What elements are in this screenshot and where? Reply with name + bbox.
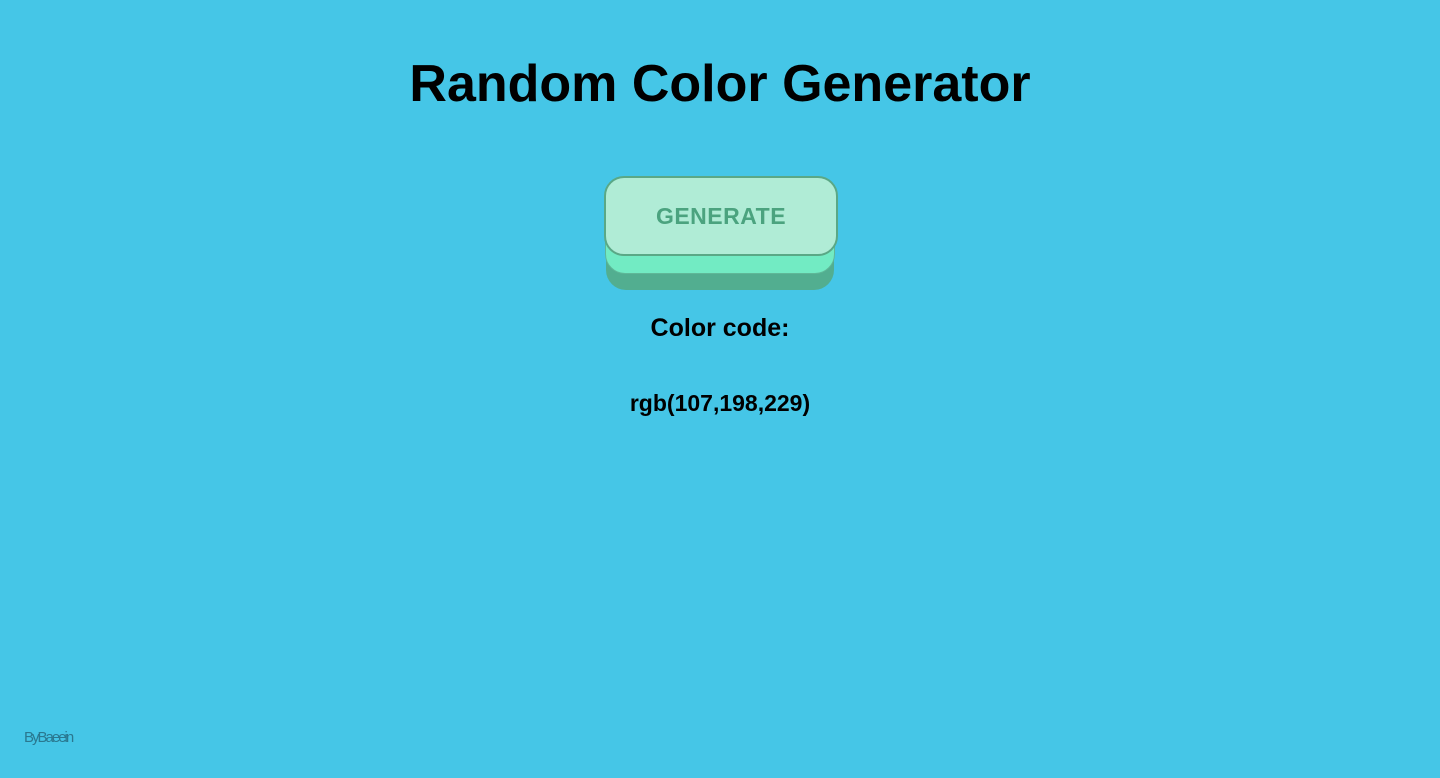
color-code-value: rgb(107,198,229)	[629, 390, 811, 416]
generate-button[interactable]: GENERATE	[604, 176, 838, 256]
author-credit: ByBaeein	[24, 729, 74, 746]
color-code-label: Color code:	[650, 314, 790, 342]
generate-button-container: GENERATE	[604, 176, 838, 292]
page-title: Random Color Generator	[409, 55, 1031, 113]
